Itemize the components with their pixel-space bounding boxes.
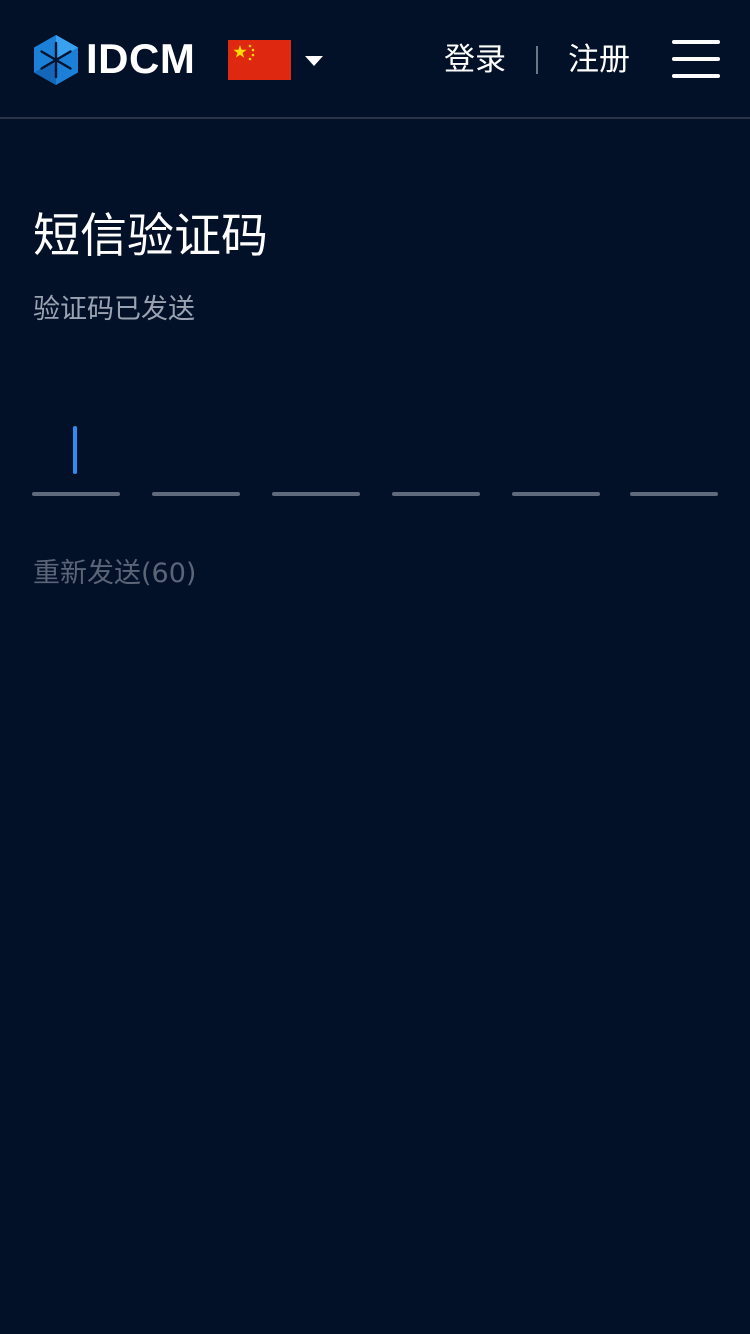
code-digit-underline	[392, 492, 480, 496]
login-link[interactable]: 登录	[444, 38, 506, 82]
hamburger-menu-icon[interactable]	[670, 40, 720, 80]
caret-down-icon[interactable]	[305, 56, 323, 66]
code-digit-1[interactable]	[32, 410, 120, 496]
china-flag-icon[interactable]	[228, 40, 291, 80]
code-digit-underline	[152, 492, 240, 496]
code-digit-2[interactable]	[152, 410, 240, 496]
sms-verification-page: IDCM 登录 注册 短信验证码 验证码已发送 重新发送(60)	[0, 0, 750, 1334]
logo-text[interactable]: IDCM	[86, 33, 195, 85]
code-sent-subtitle: 验证码已发送	[33, 294, 195, 325]
top-nav-bar: IDCM 登录 注册	[0, 0, 750, 119]
hexagon-logo-icon	[34, 35, 78, 85]
code-digit-6[interactable]	[630, 410, 718, 496]
text-cursor	[73, 426, 77, 474]
code-digit-5[interactable]	[512, 410, 600, 496]
code-digit-underline	[512, 492, 600, 496]
nav-divider	[536, 46, 538, 74]
resend-countdown-button[interactable]: 重新发送(60)	[33, 554, 196, 594]
code-digit-underline	[32, 492, 120, 496]
code-digit-3[interactable]	[272, 410, 360, 496]
code-digit-underline	[630, 492, 718, 496]
code-digit-underline	[272, 492, 360, 496]
register-link[interactable]: 注册	[568, 38, 630, 82]
page-title: 短信验证码	[33, 209, 268, 264]
code-digit-4[interactable]	[392, 410, 480, 496]
